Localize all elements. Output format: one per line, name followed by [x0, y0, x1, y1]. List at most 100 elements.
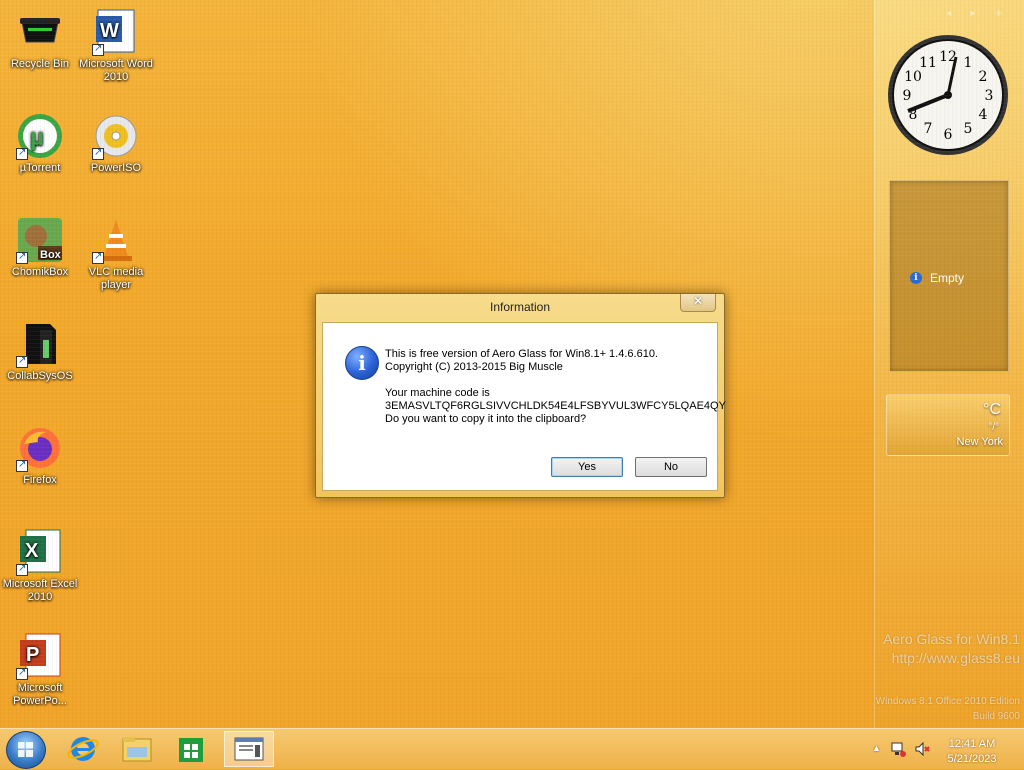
volume-muted-icon[interactable] — [914, 741, 930, 760]
powerpoint-icon: P — [16, 632, 64, 680]
shortcut-arrow-icon — [92, 42, 104, 56]
desktop-icon-recycle-bin[interactable]: Recycle Bin — [0, 8, 80, 71]
svg-text:X: X — [25, 540, 39, 562]
clock-number: 3 — [985, 88, 994, 104]
message-line: Your machine code is — [385, 387, 490, 399]
store-icon — [179, 738, 203, 762]
clock-number: 8 — [909, 107, 918, 123]
desktop-icon-word[interactable]: W Microsoft Word 2010 — [76, 8, 156, 84]
weather-range: °/° — [988, 422, 999, 433]
desktop-icon-label: µTorrent — [19, 162, 61, 174]
desktop-icon-label: Recycle Bin — [10, 58, 70, 70]
information-dialog: Information ✕ i This is free version of … — [315, 293, 726, 498]
taskbar-time: 12:41 AM — [948, 738, 996, 750]
message-line: Copyright (C) 2013-2015 Big Muscle — [385, 361, 563, 373]
collabsysos-icon — [16, 320, 64, 368]
desktop-icon-label: Firefox — [23, 474, 57, 486]
taskbar-internet-explorer[interactable] — [58, 731, 108, 767]
clock-number: 5 — [964, 121, 973, 137]
desktop-icon-poweriso[interactable]: PowerISO — [76, 112, 156, 175]
message-line: Do you want to copy it into the clipboar… — [385, 413, 587, 425]
internet-explorer-icon — [67, 737, 99, 761]
desktop-icon-chomikbox[interactable]: Box ChomikBox — [0, 216, 80, 279]
excel-icon: X — [16, 528, 64, 576]
shortcut-arrow-icon — [16, 250, 28, 264]
clock-gadget[interactable]: 12 1 2 3 4 5 6 7 8 9 10 11 — [886, 33, 1010, 157]
system-tray: ▲ 12:41 AM 5/21/2023 — [864, 729, 1024, 769]
taskbar-information-window[interactable] — [224, 731, 274, 767]
desktop-icon-label: Microsoft Word 2010 — [79, 58, 153, 83]
svg-text:W: W — [100, 20, 119, 42]
shortcut-arrow-icon — [16, 354, 28, 368]
message-line: This is free version of Aero Glass for W… — [385, 348, 658, 360]
desktop-icon-label: CollabSysOS — [7, 370, 73, 382]
desktop-icon-excel[interactable]: X Microsoft Excel 2010 — [0, 528, 80, 604]
window-icon — [234, 737, 264, 761]
svg-text:µ: µ — [30, 124, 44, 151]
gadget-sidebar: ◂ ▸ + — [874, 0, 1024, 728]
dialog-message: This is free version of Aero Glass for W… — [385, 348, 726, 426]
taskbar-date: 5/21/2023 — [947, 753, 997, 765]
clock-number: 4 — [979, 107, 988, 123]
taskbar: ▲ 12:41 AM 5/21/2023 — [0, 728, 1024, 769]
recycle-bin-icon — [16, 8, 64, 56]
shortcut-arrow-icon — [92, 146, 104, 160]
folder-icon — [122, 737, 152, 762]
clock-number: 11 — [919, 55, 937, 71]
desktop-icon-utorrent[interactable]: µ µTorrent — [0, 112, 80, 175]
analog-clock-icon: 12 1 2 3 4 5 6 7 8 9 10 11 — [888, 35, 1008, 155]
no-button[interactable]: No — [635, 457, 707, 477]
clock-number: 12 — [939, 49, 957, 65]
clock-number: 10 — [904, 69, 922, 85]
weather-city: New York — [956, 436, 1003, 448]
shortcut-arrow-icon — [16, 666, 28, 680]
windows-edition-watermark: Windows 8.1 Office 2010 Edition Build 96… — [876, 694, 1020, 724]
shortcut-arrow-icon — [92, 250, 104, 264]
build-text: Build 9600 — [972, 711, 1020, 722]
dialog-title: Information — [489, 300, 551, 314]
poweriso-icon — [92, 112, 140, 160]
svg-text:P: P — [26, 644, 39, 666]
taskbar-file-explorer[interactable] — [112, 731, 162, 767]
feed-empty-text: Empty — [930, 271, 965, 285]
desktop-icon-vlc[interactable]: VLC media player — [76, 216, 156, 292]
desktop-icon-label: Microsoft PowerPo... — [13, 682, 67, 707]
taskbar-clock[interactable]: 12:41 AM 5/21/2023 — [942, 737, 1002, 767]
weather-gadget[interactable]: °C °/° New York — [886, 394, 1010, 456]
desktop-icon-label: VLC media player — [88, 266, 144, 291]
close-button[interactable]: ✕ — [680, 294, 716, 312]
desktop-icon-firefox[interactable]: Firefox — [0, 424, 80, 487]
network-icon[interactable] — [890, 741, 906, 760]
vlc-icon — [92, 216, 140, 264]
weather-unit: °C — [983, 401, 1001, 418]
information-icon: i — [345, 346, 379, 380]
desktop-icon-collabsysos[interactable]: CollabSysOS — [0, 320, 80, 383]
firefox-icon — [16, 424, 64, 472]
desktop-icon-label: Microsoft Excel 2010 — [2, 578, 78, 603]
yes-button[interactable]: Yes — [551, 457, 623, 477]
clock-number: 7 — [924, 121, 933, 137]
watermark-title: Aero Glass for Win8.1 — [883, 631, 1020, 647]
edition-text: Windows 8.1 Office 2010 Edition — [875, 696, 1020, 707]
shortcut-arrow-icon — [16, 562, 28, 576]
aero-glass-watermark: Aero Glass for Win8.1 http://www.glass8.… — [883, 630, 1020, 668]
show-hidden-icons-chevron-icon[interactable]: ▲ — [872, 743, 881, 753]
feed-headlines-gadget[interactable]: i Empty — [889, 180, 1009, 372]
clock-number: 9 — [903, 88, 912, 104]
utorrent-icon: µ — [16, 112, 64, 160]
clock-number: 6 — [944, 127, 953, 143]
shortcut-arrow-icon — [16, 458, 28, 472]
chomikbox-icon: Box — [16, 216, 64, 264]
clock-number: 2 — [979, 69, 988, 85]
taskbar-store[interactable] — [166, 731, 216, 767]
desktop-icon-powerpoint[interactable]: P Microsoft PowerPo... — [0, 632, 80, 708]
machine-code: 3EMASVLTQF6RGLSIVVCHLDK54E4LFSBYVUL3WFCY… — [385, 400, 726, 412]
desktop-icon-label: PowerISO — [90, 162, 142, 174]
shortcut-arrow-icon — [16, 146, 28, 160]
clock-number: 1 — [964, 55, 973, 71]
desktop-icon-label: ChomikBox — [11, 266, 69, 278]
info-icon: i — [910, 272, 922, 284]
sidebar-nav[interactable]: ◂ ▸ + — [946, 8, 1011, 19]
dialog-body: i This is free version of Aero Glass for… — [322, 322, 726, 491]
start-button[interactable] — [6, 731, 46, 769]
